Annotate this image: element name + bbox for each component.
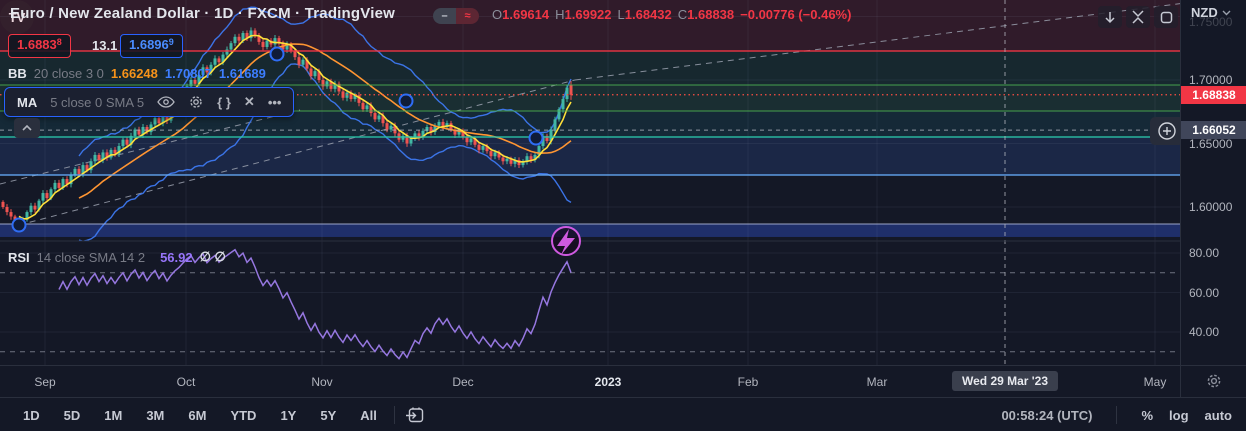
tradingview-chart-window: Euro / New Zealand Dollar · 1D · FXCM · … bbox=[0, 0, 1246, 431]
rsi-line bbox=[58, 248, 572, 360]
bb-legend[interactable]: BB 20 close 3 0 1.66248 1.70807 1.61689 bbox=[8, 66, 266, 81]
divider bbox=[1116, 406, 1118, 424]
crosshair-date-badge: Wed 29 Mar '23 bbox=[951, 371, 1059, 391]
axis-tick: 60.00 bbox=[1189, 285, 1220, 300]
bb-params: 20 close 3 0 bbox=[33, 66, 104, 81]
scale-buttons: % log auto bbox=[1141, 408, 1232, 423]
range-button-1y[interactable]: 1Y bbox=[273, 405, 303, 426]
gear-icon bbox=[1207, 374, 1221, 388]
source-code-icon[interactable]: { } bbox=[217, 95, 231, 110]
maximize-pane-button[interactable] bbox=[1154, 6, 1178, 28]
time-axis-label: Dec bbox=[452, 375, 474, 389]
drawing-anchor[interactable] bbox=[11, 217, 27, 233]
scroll-to-recent-button[interactable] bbox=[1098, 6, 1122, 28]
bottom-toolbar: 1D 5D 1M 3M 6M YTD 1Y 5Y All 00:58:24 (UTC) % log… bbox=[0, 397, 1246, 431]
ma-legend-toolbar[interactable]: MA 5 close 0 SMA 5 { } ✕ ••• bbox=[4, 87, 295, 117]
open-value: 1.69614 bbox=[502, 7, 550, 22]
time-axis-label: May bbox=[1143, 375, 1167, 389]
close-value: 1.68838 bbox=[687, 7, 735, 22]
axis-settings-corner[interactable] bbox=[1180, 365, 1246, 397]
axis-tick: 1.60000 bbox=[1189, 200, 1233, 214]
scale-button-auto[interactable]: auto bbox=[1205, 408, 1232, 423]
axis-tick: 80.00 bbox=[1189, 246, 1220, 260]
price-zone bbox=[0, 224, 1180, 237]
high-value: 1.69922 bbox=[564, 7, 612, 22]
bb-lower-value: 1.61689 bbox=[218, 66, 266, 81]
close-icon[interactable]: ✕ bbox=[244, 94, 255, 110]
ma-params: 5 close 0 SMA 5 bbox=[50, 94, 145, 110]
range-button-ytd[interactable]: YTD bbox=[223, 405, 263, 426]
pane-collapse-button[interactable] bbox=[14, 118, 40, 138]
low-value: 1.68432 bbox=[624, 7, 672, 22]
legend-toggle[interactable]: – ≈ bbox=[433, 8, 479, 24]
rsi-smoothing-values: ∅ ∅ bbox=[199, 249, 226, 264]
bb-basis-value: 1.66248 bbox=[110, 66, 158, 81]
time-axis[interactable]: Sep Oct Nov Dec 2023 Feb Mar May Wed 29 Mar '23 bbox=[0, 365, 1246, 398]
add-alert-plus-button[interactable] bbox=[1150, 117, 1184, 145]
down-arrow-icon bbox=[1105, 11, 1115, 23]
drawing-anchor[interactable] bbox=[398, 93, 414, 109]
rsi-legend[interactable]: RSI 14 close SMA 14 2 56.92 ∅ ∅ bbox=[8, 249, 226, 265]
close-label: C bbox=[677, 7, 688, 22]
range-button-all[interactable]: All bbox=[353, 405, 384, 426]
drawing-anchor[interactable] bbox=[269, 46, 285, 62]
time-axis-label: Oct bbox=[176, 375, 196, 389]
range-button-1d[interactable]: 1D bbox=[16, 405, 47, 426]
last-price-axis-badge: 1.68838 bbox=[1181, 85, 1246, 104]
high-label: H bbox=[555, 7, 565, 22]
change-value: −0.00776 (−0.46%) bbox=[740, 7, 852, 22]
price-zone bbox=[0, 137, 1180, 175]
range-button-5d[interactable]: 5D bbox=[57, 405, 88, 426]
collapse-pane-button[interactable] bbox=[1126, 6, 1150, 28]
rsi-params: 14 close SMA 14 2 bbox=[36, 249, 146, 265]
axis-tick: 40.00 bbox=[1189, 325, 1220, 339]
time-axis-label: Mar bbox=[866, 375, 888, 389]
wave-icon[interactable]: ≈ bbox=[456, 8, 479, 24]
settings-gear-icon[interactable] bbox=[188, 94, 204, 110]
drawing-anchor[interactable] bbox=[528, 130, 544, 146]
time-axis-label: 2023 bbox=[594, 375, 622, 389]
bb-upper-value: 1.70807 bbox=[164, 66, 212, 81]
ma-value-badge: 1.6896 9 bbox=[120, 34, 183, 58]
symbol-title[interactable]: Euro / New Zealand Dollar · 1D · FXCM · … bbox=[10, 5, 395, 22]
bar-countdown: 00:58:24 (UTC) bbox=[1001, 407, 1093, 423]
last-price-badge: 1.6883 8 bbox=[8, 34, 71, 58]
divider bbox=[393, 406, 395, 424]
range-button-5y[interactable]: 5Y bbox=[313, 405, 343, 426]
date-range-buttons: 1D 5D 1M 3M 6M YTD 1Y 5Y All bbox=[16, 405, 384, 426]
ma-name: MA bbox=[17, 94, 38, 110]
crosshair-price-axis-badge: 1.66052 bbox=[1181, 121, 1246, 140]
lightning-icon[interactable] bbox=[551, 226, 581, 256]
ohlc-values: O1.69614 H1.69922 L1.68432 C1.68838 −0.0… bbox=[492, 7, 851, 22]
spread-value: 13.1 bbox=[92, 38, 118, 53]
collapse-icon bbox=[1132, 10, 1144, 24]
open-label: O bbox=[492, 7, 503, 22]
scale-button-percent[interactable]: % bbox=[1141, 408, 1153, 423]
time-axis-label: Feb bbox=[737, 375, 759, 389]
circle-plus-icon bbox=[1158, 122, 1176, 140]
rsi-value: 56.92 bbox=[160, 249, 193, 265]
time-axis-label: Sep bbox=[34, 375, 56, 389]
axis-tick-faded: 1.75000 bbox=[1189, 15, 1233, 29]
more-options-icon[interactable]: ••• bbox=[268, 95, 282, 110]
range-button-3m[interactable]: 3M bbox=[139, 405, 171, 426]
bb-name: BB bbox=[8, 66, 27, 81]
time-axis-label: Nov bbox=[311, 375, 333, 389]
maximize-icon bbox=[1160, 11, 1172, 23]
chevron-up-icon bbox=[22, 124, 32, 131]
low-label: L bbox=[617, 7, 625, 22]
range-button-1m[interactable]: 1M bbox=[97, 405, 129, 426]
range-button-6m[interactable]: 6M bbox=[181, 405, 213, 426]
scale-button-log[interactable]: log bbox=[1169, 408, 1189, 423]
calendar-arrow-icon bbox=[405, 407, 424, 423]
eye-icon[interactable] bbox=[157, 96, 175, 108]
rsi-name: RSI bbox=[8, 249, 30, 265]
price-axis[interactable]: NZD 1.75000 1.70000 1.65000 1.60000 80.00 60… bbox=[1180, 0, 1246, 365]
go-to-date-button[interactable] bbox=[405, 407, 424, 423]
minus-icon[interactable]: – bbox=[433, 8, 456, 24]
